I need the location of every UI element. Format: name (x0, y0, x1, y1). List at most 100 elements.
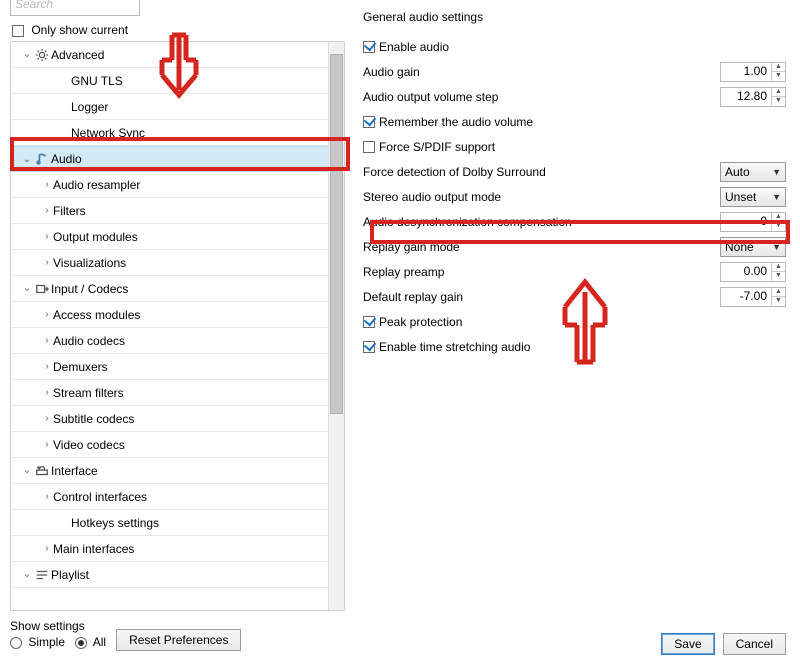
expand-arrow-icon[interactable]: › (41, 205, 53, 216)
radio-simple[interactable] (10, 637, 22, 649)
tree-item-filters[interactable]: ›Filters (11, 198, 344, 224)
search-input[interactable]: Search (10, 0, 140, 16)
only-show-current-label: Only show current (31, 23, 128, 37)
expand-arrow-icon[interactable]: ⌄ (21, 49, 33, 60)
remember-volume-checkbox[interactable] (363, 116, 375, 128)
tree-item-gnu-tls[interactable]: GNU TLS (11, 68, 344, 94)
audio-icon (33, 151, 51, 167)
show-settings-label: Show settings (10, 619, 106, 633)
tree-item-main-interfaces[interactable]: ›Main interfaces (11, 536, 344, 562)
tree-item-audio-resampler[interactable]: ›Audio resampler (11, 172, 344, 198)
time-stretching-checkbox[interactable] (363, 341, 375, 353)
stereo-label: Stereo audio output mode (363, 190, 720, 204)
spinner-icon[interactable]: ▲▼ (771, 88, 785, 106)
expand-arrow-icon[interactable]: › (41, 361, 53, 372)
desync-input[interactable]: 0 ▲▼ (720, 212, 786, 232)
playlist-icon (33, 567, 51, 583)
expand-arrow-icon[interactable]: › (41, 413, 53, 424)
desync-label: Audio desynchronization compensation (363, 215, 720, 229)
expand-arrow-icon[interactable]: › (41, 231, 53, 242)
tree-item-subtitle-codecs[interactable]: ›Subtitle codecs (11, 406, 344, 432)
tree-item-label: Output modules (53, 230, 344, 244)
tree-item-output-modules[interactable]: ›Output modules (11, 224, 344, 250)
tree-item-label: Demuxers (53, 360, 344, 374)
tree-item-visualizations[interactable]: ›Visualizations (11, 250, 344, 276)
radio-all[interactable] (75, 637, 87, 649)
tree-item-audio-codecs[interactable]: ›Audio codecs (11, 328, 344, 354)
default-gain-input[interactable]: -7.00 ▲▼ (720, 287, 786, 307)
enable-audio-checkbox[interactable] (363, 41, 375, 53)
stereo-dropdown[interactable]: Unset ▼ (720, 187, 786, 207)
expand-arrow-icon[interactable]: ⌄ (21, 465, 33, 476)
volume-step-input[interactable]: 12.80 ▲▼ (720, 87, 786, 107)
peak-protection-label: Peak protection (379, 315, 462, 329)
tree-item-label: GNU TLS (71, 74, 344, 88)
gear-icon (33, 47, 51, 63)
tree-item-label: Playlist (51, 568, 344, 582)
tree-item-label: Subtitle codecs (53, 412, 344, 426)
spinner-icon[interactable]: ▲▼ (771, 263, 785, 281)
replay-preamp-value: 0.00 (721, 263, 771, 281)
time-stretching-label: Enable time stretching audio (379, 340, 530, 354)
replay-mode-dropdown[interactable]: None ▼ (720, 237, 786, 257)
expand-arrow-icon[interactable]: › (41, 179, 53, 190)
tree-item-advanced[interactable]: ⌄ Advanced (11, 42, 344, 68)
chevron-down-icon: ▼ (772, 167, 781, 177)
save-button[interactable]: Save (661, 633, 714, 655)
radio-all-label: All (93, 635, 106, 649)
peak-protection-checkbox[interactable] (363, 316, 375, 328)
tree-item-label: Control interfaces (53, 490, 344, 504)
reset-preferences-button[interactable]: Reset Preferences (116, 629, 241, 651)
spinner-icon[interactable]: ▲▼ (771, 213, 785, 231)
force-spdif-checkbox[interactable] (363, 141, 375, 153)
tree-item-access-modules[interactable]: ›Access modules (11, 302, 344, 328)
spinner-icon[interactable]: ▲▼ (771, 288, 785, 306)
force-spdif-label: Force S/PDIF support (379, 140, 495, 154)
tree-item-label: Stream filters (53, 386, 344, 400)
tree-item-audio[interactable]: ⌄ Audio (11, 146, 344, 172)
expand-arrow-icon[interactable]: › (41, 491, 53, 502)
tree-item-network-sync[interactable]: Network Sync (11, 120, 344, 146)
tree-item-hotkeys-settings[interactable]: Hotkeys settings (11, 510, 344, 536)
expand-arrow-icon[interactable]: › (41, 543, 53, 554)
tree-item-control-interfaces[interactable]: ›Control interfaces (11, 484, 344, 510)
tree-item-label: Network Sync (71, 126, 344, 140)
expand-arrow-icon[interactable]: › (41, 335, 53, 346)
expand-arrow-icon[interactable]: ⌄ (21, 283, 33, 294)
audio-gain-input[interactable]: 1.00 ▲▼ (720, 62, 786, 82)
tree-item-label: Audio (51, 152, 344, 166)
tree-item-demuxers[interactable]: ›Demuxers (11, 354, 344, 380)
only-show-current-checkbox[interactable] (12, 25, 24, 37)
tree-item-stream-filters[interactable]: ›Stream filters (11, 380, 344, 406)
expand-arrow-icon[interactable]: › (41, 387, 53, 398)
spinner-icon[interactable]: ▲▼ (771, 63, 785, 81)
expand-arrow-icon[interactable]: ⌄ (21, 569, 33, 580)
expand-arrow-icon[interactable]: ⌄ (21, 154, 33, 165)
settings-tree: ⌄ Advanced GNU TLS Logger Network Sync ⌄ Audio… (10, 41, 345, 611)
tree-item-interface[interactable]: ⌄Interface (11, 458, 344, 484)
audio-gain-value: 1.00 (721, 63, 771, 81)
tree-scrollbar[interactable] (328, 42, 344, 610)
interface-icon (33, 463, 51, 479)
tree-item-logger[interactable]: Logger (11, 94, 344, 120)
cancel-button[interactable]: Cancel (723, 633, 786, 655)
chevron-down-icon: ▼ (772, 192, 781, 202)
expand-arrow-icon[interactable]: › (41, 309, 53, 320)
audio-gain-label: Audio gain (363, 65, 720, 79)
tree-item-label: Advanced (51, 48, 344, 62)
replay-preamp-input[interactable]: 0.00 ▲▼ (720, 262, 786, 282)
expand-arrow-icon[interactable]: › (41, 439, 53, 450)
remember-volume-label: Remember the audio volume (379, 115, 533, 129)
expand-arrow-icon[interactable]: › (41, 257, 53, 268)
dolby-dropdown[interactable]: Auto ▼ (720, 162, 786, 182)
tree-item-video-codecs[interactable]: ›Video codecs (11, 432, 344, 458)
volume-step-value: 12.80 (721, 88, 771, 106)
tree-item-label: Video codecs (53, 438, 344, 452)
tree-item-playlist[interactable]: ⌄ Playlist (11, 562, 344, 588)
tree-item-label: Access modules (53, 308, 344, 322)
tree-item-input-codecs[interactable]: ⌄ Input / Codecs (11, 276, 344, 302)
input-icon (33, 281, 51, 297)
volume-step-label: Audio output volume step (363, 90, 720, 104)
dolby-value: Auto (725, 165, 772, 179)
tree-item-label: Input / Codecs (51, 282, 344, 296)
